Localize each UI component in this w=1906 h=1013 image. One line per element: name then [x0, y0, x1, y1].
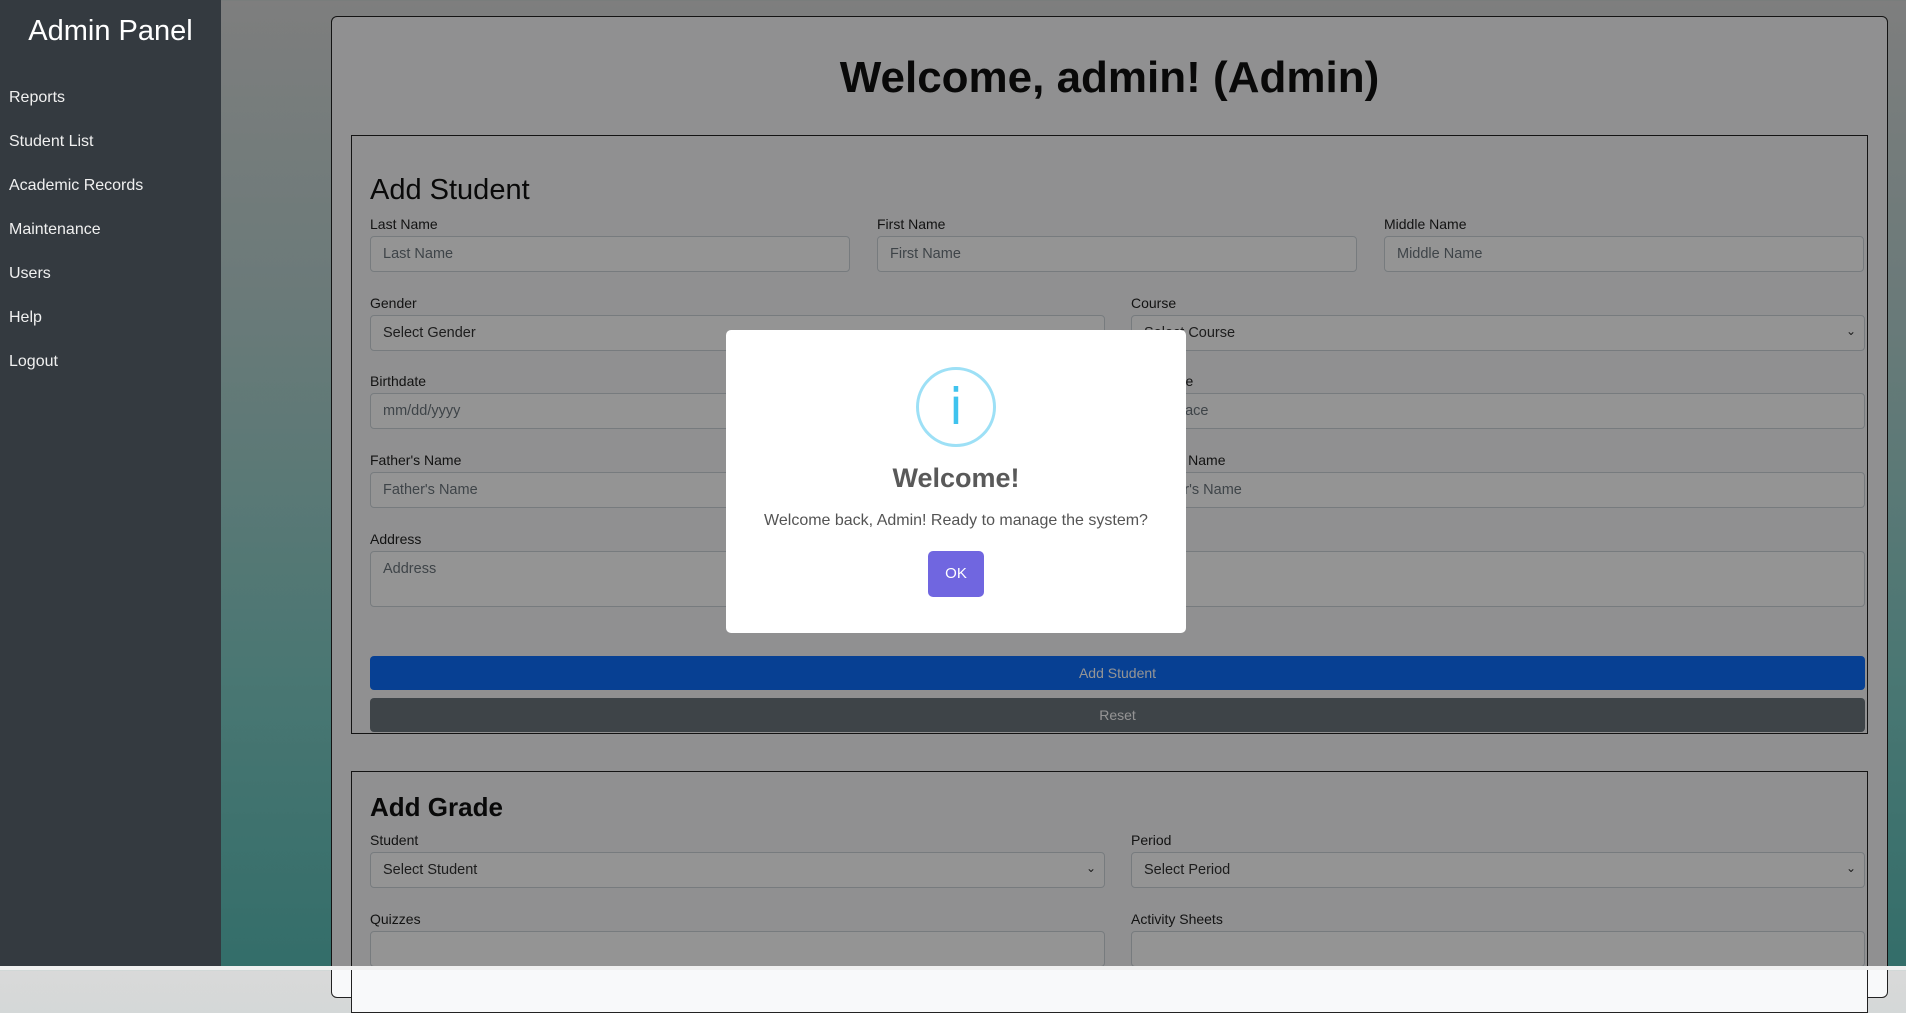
- modal-message: Welcome back, Admin! Ready to manage the…: [764, 512, 1148, 529]
- sidebar-item-academic-records[interactable]: Academic Records: [0, 175, 221, 219]
- sidebar-item-reports[interactable]: Reports: [0, 87, 221, 131]
- modal-title: Welcome!: [892, 463, 1020, 493]
- sidebar-nav: Reports Student List Academic Records Ma…: [0, 87, 221, 395]
- sidebar-item-student-list[interactable]: Student List: [0, 131, 221, 175]
- sidebar-item-help[interactable]: Help: [0, 307, 221, 351]
- ok-button[interactable]: OK: [928, 551, 984, 597]
- sidebar-item-maintenance[interactable]: Maintenance: [0, 219, 221, 263]
- sidebar: Admin Panel Reports Student List Academi…: [0, 0, 221, 970]
- welcome-modal: i Welcome! Welcome back, Admin! Ready to…: [726, 330, 1186, 633]
- info-icon: i: [916, 367, 996, 447]
- sidebar-item-users[interactable]: Users: [0, 263, 221, 307]
- brand-title: Admin Panel: [28, 15, 193, 47]
- sidebar-item-logout[interactable]: Logout: [0, 351, 221, 395]
- bottom-strip: [0, 966, 1906, 970]
